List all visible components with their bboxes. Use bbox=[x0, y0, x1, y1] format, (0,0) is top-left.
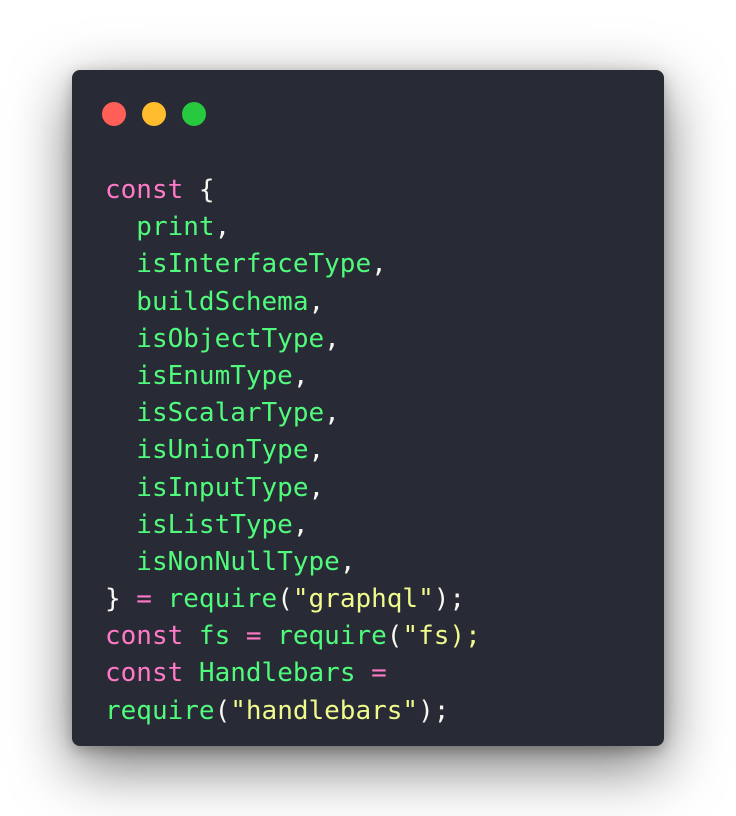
code-token-identifier: print bbox=[105, 212, 215, 243]
code-line: isListType, bbox=[105, 507, 481, 544]
code-token-punctuation: , bbox=[324, 398, 340, 429]
code-token-punctuation: } bbox=[105, 584, 121, 615]
code-token-identifier: require bbox=[167, 584, 278, 615]
close-dot[interactable] bbox=[102, 102, 126, 126]
zoom-dot[interactable] bbox=[182, 102, 206, 126]
code-token-keyword: const bbox=[105, 658, 184, 689]
code-token-identifier: require bbox=[105, 695, 215, 726]
code-line: const fs = require("fs); bbox=[105, 618, 481, 655]
code-token-punctuation: , bbox=[371, 249, 387, 280]
code-line: isInterfaceType, bbox=[105, 246, 481, 283]
code-token-string: "graphql" bbox=[292, 584, 434, 615]
code-line: print, bbox=[105, 209, 481, 246]
code-token-string: "handlebars" bbox=[230, 695, 419, 726]
code-token-identifier: isScalarType bbox=[105, 398, 325, 429]
code-token-keyword: = bbox=[120, 584, 168, 615]
code-token-identifier: buildSchema bbox=[105, 286, 309, 317]
code-token-identifier: isUnionType bbox=[105, 435, 309, 466]
window-controls bbox=[102, 102, 206, 126]
code-token-identifier: fs bbox=[183, 621, 231, 652]
code-token-keyword: = bbox=[355, 658, 387, 689]
code-token-punctuation: , bbox=[292, 360, 309, 391]
code-token-punctuation: , bbox=[292, 509, 309, 540]
code-token-punctuation: ( bbox=[277, 584, 293, 615]
code-token-identifier: isNonNullType bbox=[105, 546, 340, 577]
code-token-identifier: isInterfaceType bbox=[105, 249, 372, 280]
code-token-identifier: isObjectType bbox=[105, 323, 325, 354]
code-token-identifier: require bbox=[277, 621, 387, 652]
code-window: const { print, isInterfaceType, buildSch… bbox=[72, 70, 664, 746]
code-token-identifier: isInputType bbox=[105, 472, 309, 503]
code-token-punctuation: , bbox=[214, 212, 231, 243]
code-token-punctuation: , bbox=[339, 546, 356, 577]
code-token-identifier: Handlebars bbox=[183, 658, 356, 689]
code-token-punctuation: ( bbox=[386, 621, 403, 652]
code-line: const Handlebars = bbox=[105, 655, 481, 692]
code-token-identifier: isEnumType bbox=[105, 360, 293, 391]
code-token-string: "fs); bbox=[402, 621, 481, 652]
code-token-punctuation: , bbox=[308, 435, 325, 466]
code-line: isUnionType, bbox=[105, 432, 481, 469]
code-line: require("handlebars"); bbox=[105, 693, 481, 730]
code-token-punctuation: , bbox=[308, 472, 325, 503]
code-token-punctuation: ( bbox=[214, 695, 231, 726]
code-token-punctuation: , bbox=[308, 286, 325, 317]
code-line: } = require("graphql"); bbox=[105, 581, 481, 618]
code-line: buildSchema, bbox=[105, 284, 481, 321]
code-block: const { print, isInterfaceType, buildSch… bbox=[105, 172, 481, 730]
code-token-punctuation: ); bbox=[418, 695, 450, 726]
code-token-punctuation: ); bbox=[433, 584, 466, 615]
code-token-punctuation: , bbox=[324, 323, 340, 354]
minimize-dot[interactable] bbox=[142, 102, 166, 126]
code-line: const { bbox=[105, 172, 481, 209]
code-token-keyword: const bbox=[105, 175, 184, 205]
code-token-keyword: const bbox=[105, 621, 184, 652]
code-line: isInputType, bbox=[105, 470, 481, 507]
code-line: isScalarType, bbox=[105, 395, 481, 432]
code-token-punctuation: { bbox=[183, 175, 215, 205]
code-token-keyword: = bbox=[230, 621, 278, 652]
code-token-identifier: isListType bbox=[105, 509, 293, 540]
code-line: isObjectType, bbox=[105, 321, 481, 358]
code-line: isEnumType, bbox=[105, 358, 481, 395]
code-line: isNonNullType, bbox=[105, 544, 481, 581]
